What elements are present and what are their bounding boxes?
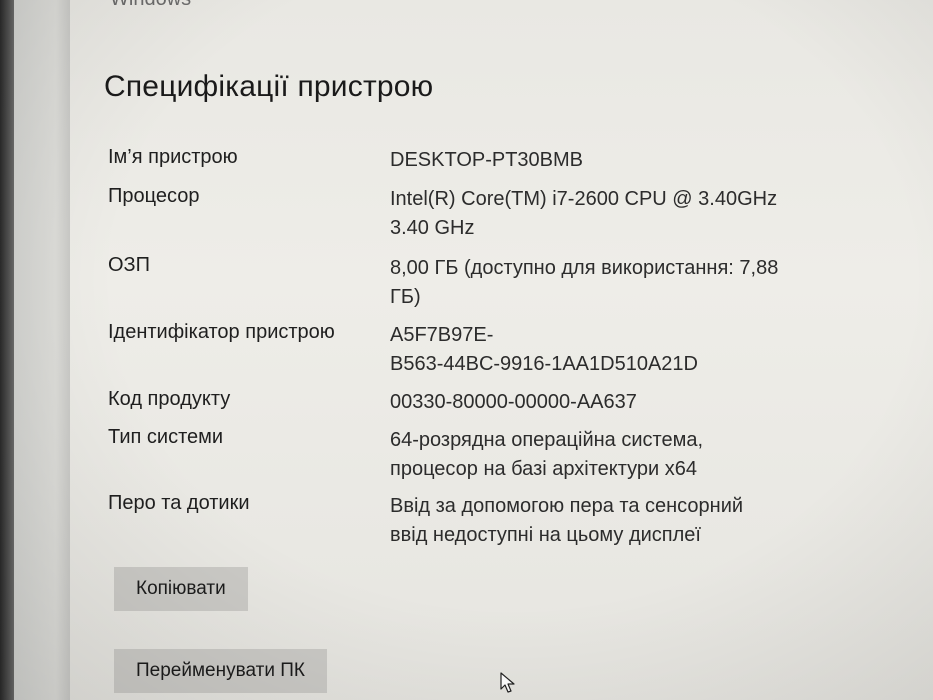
settings-main-panel: Windows Специфікації пристрою Ім’я прист…: [70, 0, 933, 700]
spec-label-device-id: Ідентифікатор пристрою: [108, 321, 335, 343]
spec-value-device-id: A5F7B97E- B563-44BC-9916-1AA1D510A21D: [390, 324, 698, 375]
spec-label-ram: ОЗП: [108, 254, 151, 276]
spec-label-device-name: Ім’я пристрою: [108, 146, 238, 168]
copy-button[interactable]: Копіювати: [114, 567, 248, 611]
spec-label-processor: Процесор: [108, 185, 200, 207]
spec-value-system-type: 64-розрядна операційна система, процесор…: [390, 429, 703, 480]
screen: Windows Специфікації пристрою Ім’я прист…: [0, 0, 933, 700]
spec-label-pen-touch: Перо та дотики: [108, 492, 250, 514]
spec-label-system-type: Тип системи: [108, 426, 224, 448]
mouse-pointer-icon: [500, 672, 515, 693]
spec-value-pen-touch: Ввід за допомогою пера та сенсорний ввід…: [390, 495, 744, 546]
device-specifications-heading: Специфікації пристрою: [104, 70, 434, 103]
spec-value-processor: Intel(R) Core(TM) i7-2600 CPU @ 3.40GHz …: [390, 188, 778, 239]
cutoff-section-title: Windows: [110, 0, 191, 11]
spec-value-product-id: 00330-80000-00000-AA637: [390, 391, 637, 413]
navigation-pane: [0, 0, 70, 700]
spec-value-ram: 8,00 ГБ (доступно для використання: 7,88…: [390, 257, 779, 308]
spec-value-device-name: DESKTOP-PT30BMB: [390, 149, 584, 171]
window-edge: [0, 0, 14, 700]
spec-label-product-id: Код продукту: [108, 388, 231, 410]
rename-pc-button[interactable]: Перейменувати ПК: [114, 649, 327, 693]
